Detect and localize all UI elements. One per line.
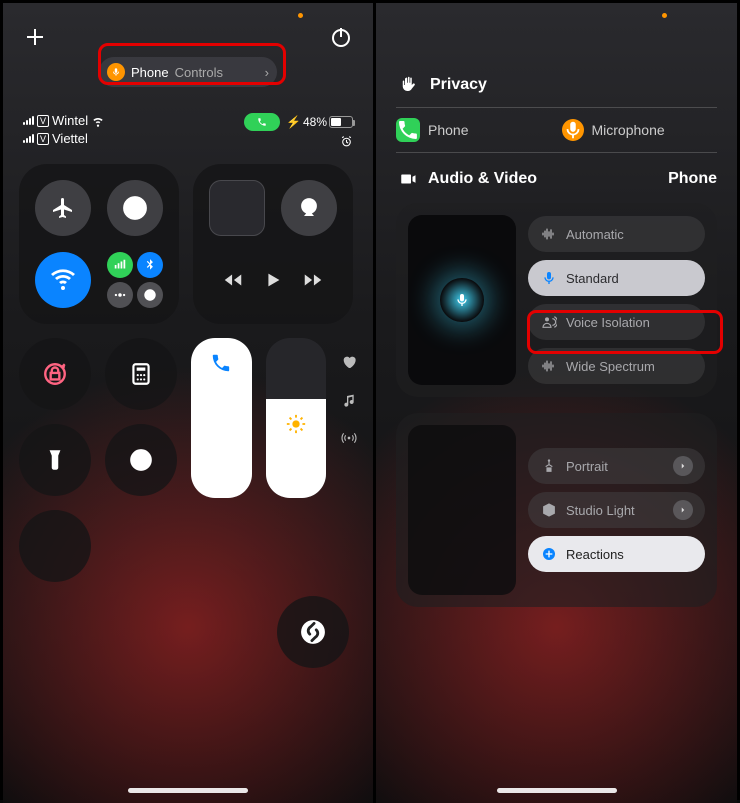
- rewind-button[interactable]: [222, 269, 244, 291]
- mic-indicator-dot: [662, 13, 667, 18]
- video-mode-portrait[interactable]: Portrait: [528, 448, 705, 484]
- mic-icon: [540, 269, 558, 287]
- aperture-icon: [540, 457, 558, 475]
- airdrop-toggle[interactable]: [107, 180, 163, 236]
- orientation-lock-toggle[interactable]: [19, 338, 91, 410]
- video-mode-reactions[interactable]: Reactions: [528, 536, 705, 572]
- power-button[interactable]: [329, 25, 353, 49]
- video-preview-thumbnail: [408, 425, 516, 595]
- waveform-icon: [540, 225, 558, 243]
- privacy-phone-item[interactable]: Phone: [396, 118, 552, 142]
- call-preview-thumbnail: [408, 215, 516, 385]
- signal-icon: [23, 116, 34, 125]
- mic-mode-automatic[interactable]: Automatic: [528, 216, 705, 252]
- airplane-mode-toggle[interactable]: [35, 180, 91, 236]
- mic-mode-voice-isolation[interactable]: Voice Isolation: [528, 304, 705, 340]
- cube-icon: [540, 501, 558, 519]
- flashlight-toggle[interactable]: [19, 424, 91, 496]
- hotspot-icon[interactable]: [341, 430, 357, 446]
- play-button[interactable]: [262, 269, 284, 291]
- audio-video-panel: Privacy Phone Microphone Audio & Video P…: [373, 3, 737, 803]
- alarm-icon: [340, 135, 353, 148]
- waveform-icon: [540, 357, 558, 375]
- person-wave-icon: [540, 313, 558, 331]
- av-heading: Audio & Video: [428, 170, 537, 188]
- chevron-right-icon: [673, 456, 693, 476]
- home-indicator[interactable]: [497, 788, 617, 793]
- connectivity-subtoggles[interactable]: [107, 252, 163, 308]
- pill-app-label: Phone: [131, 65, 169, 80]
- vpn-toggle[interactable]: [137, 282, 163, 308]
- privacy-mic-item[interactable]: Microphone: [562, 119, 718, 141]
- screen-record-button[interactable]: [105, 424, 177, 496]
- media-tile[interactable]: [193, 164, 353, 324]
- privacy-label: Privacy: [430, 76, 487, 94]
- chevron-right-icon: [673, 500, 693, 520]
- wifi-toggle[interactable]: [35, 252, 91, 308]
- reactions-icon: [540, 545, 558, 563]
- sim-v-icon: V: [37, 133, 49, 145]
- cellular-toggle[interactable]: [107, 252, 133, 278]
- video-mode-studio-light[interactable]: Studio Light: [528, 492, 705, 528]
- active-call-indicator[interactable]: [244, 113, 280, 131]
- music-icon[interactable]: [341, 392, 357, 408]
- battery-indicator: ⚡48%: [286, 115, 353, 129]
- hotspot-toggle[interactable]: [107, 282, 133, 308]
- control-center-panel: Phone Controls › V Wintel V Viettel: [3, 3, 373, 803]
- voice-memo-button[interactable]: [19, 510, 91, 582]
- sim-v-icon: V: [37, 115, 49, 127]
- add-control-button[interactable]: [23, 25, 47, 49]
- hand-icon: [396, 73, 420, 97]
- mic-icon: [562, 119, 584, 141]
- mic-indicator-dot: [298, 13, 303, 18]
- shazam-button[interactable]: [277, 596, 349, 668]
- airplay-button[interactable]: [281, 180, 337, 236]
- chevron-right-icon: ›: [265, 65, 269, 80]
- mic-mode-standard[interactable]: Standard: [528, 260, 705, 296]
- volume-slider[interactable]: [191, 338, 252, 498]
- mic-mode-wide-spectrum[interactable]: Wide Spectrum: [528, 348, 705, 384]
- brightness-slider[interactable]: [266, 338, 327, 498]
- av-app-label: Phone: [668, 170, 717, 188]
- now-playing-artwork: [209, 180, 265, 236]
- carrier-label: Wintel: [52, 113, 88, 128]
- video-icon: [396, 167, 420, 191]
- bluetooth-toggle[interactable]: [137, 252, 163, 278]
- video-effects-card: Portrait Studio Light Reactions: [396, 413, 717, 607]
- signal-icon: [23, 134, 34, 143]
- calculator-button[interactable]: [105, 338, 177, 410]
- home-indicator[interactable]: [128, 788, 248, 793]
- connectivity-tile[interactable]: [19, 164, 179, 324]
- wifi-icon: [91, 114, 105, 128]
- status-bar: V Wintel V Viettel ⚡48%: [3, 87, 373, 156]
- phone-controls-pill[interactable]: Phone Controls ›: [99, 57, 277, 87]
- mic-modes-card: Automatic Standard Voice Isolation Wide …: [396, 203, 717, 397]
- mic-icon: [107, 63, 125, 81]
- glow-mic-icon: [440, 278, 484, 322]
- heart-icon[interactable]: [341, 354, 357, 370]
- pill-sub-label: Controls: [175, 65, 223, 80]
- phone-app-icon: [396, 118, 420, 142]
- carrier-label: Viettel: [52, 131, 88, 146]
- forward-button[interactable]: [302, 269, 324, 291]
